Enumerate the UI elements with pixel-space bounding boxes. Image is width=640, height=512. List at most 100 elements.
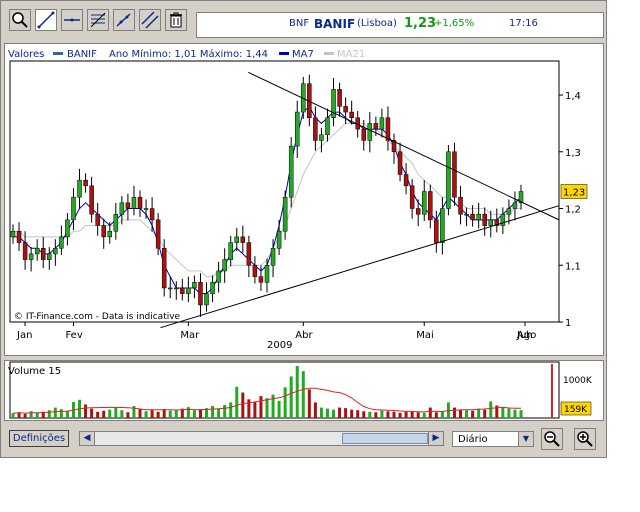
candle-body [180, 287, 185, 294]
quote-box: BNF BANIF (Lisboa) 1,23 +1,65% 17:16 [196, 12, 604, 38]
trash-icon[interactable] [165, 9, 187, 31]
volume-bar [102, 410, 106, 418]
horizontal-line-icon[interactable] [61, 9, 83, 31]
candle [518, 184, 524, 210]
candle-body [149, 208, 155, 221]
volume-bar [459, 409, 463, 418]
candle [464, 207, 469, 227]
volume-bar [380, 410, 384, 418]
y-tick-label: 1,1 [565, 261, 581, 272]
ma21-line [13, 122, 521, 278]
scroll-thumb[interactable] [342, 433, 428, 444]
parallel-line-icon[interactable] [139, 9, 161, 31]
chevron-down-icon[interactable]: ▼ [518, 432, 533, 446]
candle-body [415, 208, 421, 215]
candle [476, 202, 481, 229]
candle [186, 276, 191, 303]
candle-body [167, 287, 173, 290]
volume-bar [90, 408, 94, 418]
volume-bars [11, 364, 553, 418]
trend-icon[interactable] [113, 9, 135, 31]
candle-body [137, 196, 143, 209]
volume-bar [96, 411, 100, 418]
candle-body [434, 219, 439, 243]
candle [210, 275, 215, 303]
volume-bar [162, 409, 166, 418]
period-select-value: Diário [458, 434, 488, 445]
candle-body [22, 242, 28, 260]
candle [512, 191, 518, 221]
candle-body [40, 247, 46, 260]
candle-body [174, 287, 179, 290]
candle [240, 225, 246, 253]
scrollbar[interactable]: ◀ ▶ [79, 431, 444, 446]
volume-current-label: 159K [564, 405, 588, 415]
candle [391, 133, 397, 164]
candle [192, 275, 197, 299]
price-chart[interactable]: Valores BANIF Ano Mínimo: 1,01 Máximo: 1… [5, 44, 603, 355]
candle-body [294, 111, 300, 147]
volume-bar [325, 408, 329, 418]
volume-bar [229, 402, 233, 418]
volume-bar [138, 408, 142, 418]
volume-bar [247, 399, 251, 418]
volume-bar [332, 409, 336, 418]
candle-body [385, 117, 391, 141]
candle [137, 190, 143, 218]
candle-body [186, 287, 191, 294]
candle [488, 210, 494, 238]
candle-body [452, 151, 457, 198]
volume-chart-panel: Volume 15 1000K 159K [4, 360, 604, 421]
volume-bar [452, 407, 456, 418]
candle [101, 218, 106, 249]
candle-body [131, 196, 137, 209]
candle-body [228, 242, 233, 260]
candle-body [198, 282, 203, 306]
scroll-right-icon[interactable]: ▶ [428, 432, 443, 445]
candle [222, 248, 227, 283]
lower-trendline [160, 205, 560, 329]
draw-line-icon[interactable] [35, 9, 57, 31]
candle-body [343, 106, 348, 113]
candle [282, 190, 288, 240]
candle [149, 197, 155, 232]
candle [95, 202, 100, 236]
candle-body [446, 151, 451, 209]
volume-bar [350, 409, 354, 418]
magnify-icon[interactable] [9, 9, 31, 31]
volume-bar [217, 408, 221, 418]
y-axis: 1,4 1,3 1,2 1,1 1 1,23 [559, 91, 588, 329]
quote-change: +1,65% [434, 18, 475, 29]
y-tick-label: 1 [565, 318, 571, 329]
candle-body [210, 282, 215, 294]
candle [28, 247, 34, 272]
candle-body [409, 185, 415, 209]
candle-body [222, 259, 227, 272]
candle [325, 108, 330, 142]
period-select[interactable]: Diário ▼ [452, 431, 534, 447]
candle-body [95, 213, 100, 226]
candle-body [470, 213, 475, 221]
zoom-out-icon[interactable] [541, 428, 563, 450]
x-tick-label: Mai [416, 330, 434, 341]
candle-body [107, 230, 113, 238]
definicoes-button[interactable]: Definições [9, 430, 69, 447]
candle-body [10, 230, 16, 238]
zoom-in-icon[interactable] [574, 428, 596, 450]
candle [494, 208, 500, 233]
candle-body [276, 230, 282, 249]
scroll-left-icon[interactable]: ◀ [80, 432, 95, 445]
volume-bar [150, 410, 154, 418]
candle-body [258, 276, 264, 283]
x-tick-label: Ago [517, 330, 536, 341]
candle-body [325, 117, 330, 136]
candle-body [34, 247, 40, 255]
candle [198, 273, 203, 317]
candle [288, 137, 294, 208]
volume-tick-label: 1000K [563, 376, 593, 386]
candle-body [89, 185, 94, 215]
toolbar: BNF BANIF (Lisboa) 1,23 +1,65% 17:16 [4, 4, 604, 40]
candle-body [379, 117, 385, 130]
fibonacci-icon[interactable] [87, 9, 109, 31]
candle [34, 239, 40, 261]
